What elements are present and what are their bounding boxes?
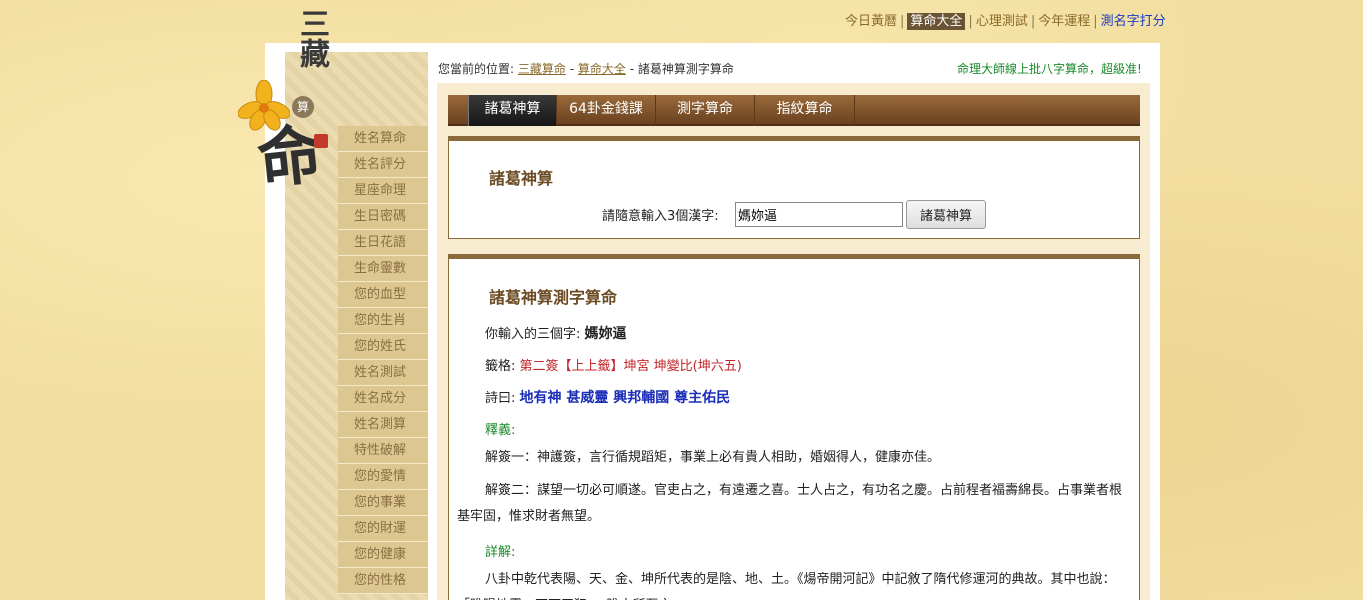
breadcrumb-link-category[interactable]: 算命大全 (578, 62, 626, 76)
separator: | (1030, 14, 1036, 29)
promo-link[interactable]: 命理大師線上批八字算命，超級准! (957, 60, 1142, 77)
result-panel: 諸葛神算測字算命 你輸入的三個字: 媽妳逼 籤格: 第二簽【上上籤】坤宮 坤變比… (448, 254, 1140, 600)
sidebar-item[interactable]: 您的性格 (338, 568, 428, 594)
sidebar-item[interactable]: 您的血型 (338, 282, 428, 308)
sidebar-item[interactable]: 生命靈數 (338, 256, 428, 282)
top-nav-ceming[interactable]: 測名字打分 (1101, 14, 1166, 29)
sidebar-item[interactable]: 您的財運 (338, 516, 428, 542)
separator: | (1093, 14, 1098, 29)
input-form: 諸葛神算 請隨意輸入3個漢字: 諸葛神算 (448, 136, 1140, 239)
separator: | (968, 14, 973, 29)
breadcrumb-link-home[interactable]: 三藏算命 (518, 62, 566, 76)
submit-button[interactable]: 諸葛神算 (906, 200, 986, 229)
top-nav-xinli[interactable]: 心理測試 (976, 14, 1028, 29)
tab-64gua[interactable]: 64卦金錢課 (557, 95, 656, 126)
poem-label: 詩曰: (485, 391, 516, 406)
logo-title: 三藏 (294, 8, 329, 68)
detail-label: 詳解: (485, 545, 516, 560)
seal-icon (314, 134, 328, 148)
sidebar-item[interactable]: 姓名測試 (338, 360, 428, 386)
logo-main-char: 命 (254, 116, 326, 199)
result-heading: 諸葛神算測字算命 (489, 288, 618, 307)
poem-value: 地有神 甚威靈 興邦輔國 尊主佑民 (519, 390, 731, 406)
sidebar-item[interactable]: 姓名評分 (338, 152, 428, 178)
sidebar-item[interactable]: 姓名成分 (338, 386, 428, 412)
detail-text: 八卦中乾代表陽、天、金、坤所代表的是陰、地、土。《煬帝開河記》中記敘了隋代修運河… (485, 572, 1077, 587)
site-logo[interactable]: 三藏 算 命 (232, 8, 342, 213)
breadcrumb-sep: - (569, 62, 575, 76)
result-input-value: 媽妳逼 (584, 326, 627, 342)
top-nav-huangli[interactable]: 今日黃曆 (845, 14, 897, 29)
sidebar-item[interactable]: 姓名測算 (338, 412, 428, 438)
breadcrumb-prefix: 您當前的位置: (438, 62, 515, 76)
result-input-label: 你輸入的三個字: (485, 327, 581, 342)
explain-paragraph-2: 解簽二：謀望一切必可順遂。官吏占之，有遠遷之喜。士人占之，有功名之慶。占前程者福… (457, 483, 1123, 524)
sign-value: 第二簽【上上籤】坤宮 坤變比(坤六五) (519, 359, 742, 374)
sign-line: 籤格: 第二簽【上上籤】坤宮 坤變比(坤六五) (485, 355, 742, 374)
sidebar-item[interactable]: 您的愛情 (338, 464, 428, 490)
tab-cezi[interactable]: 測字算命 (656, 95, 755, 126)
breadcrumb: 您當前的位置: 三藏算命 - 算命大全 - 諸葛神算測字算命 (438, 60, 734, 77)
explain-label: 釋義: (485, 423, 516, 438)
sidebar-item[interactable]: 您的姓氏 (338, 334, 428, 360)
breadcrumb-current: 諸葛神算測字算命 (637, 62, 734, 76)
tab-zhuge[interactable]: 諸葛神算 (468, 95, 557, 126)
tab-zhiwen[interactable]: 指紋算命 (755, 95, 855, 126)
poem-line: 詩曰: 地有神 甚威靈 興邦輔國 尊主佑民 (485, 387, 730, 407)
detail-paragraph: 八卦中乾代表陽、天、金、坤所代表的是陰、地、土。《煬帝開河記》中記敘了隋代修運河… (457, 567, 1133, 600)
form-heading: 諸葛神算 (489, 169, 554, 188)
sidebar-item[interactable]: 特性破解 (338, 438, 428, 464)
sidebar-item[interactable]: 您的健康 (338, 542, 428, 568)
breadcrumb-sep: - (629, 62, 635, 76)
separator: | (900, 14, 905, 29)
top-nav-yuncheng[interactable]: 今年運程 (1038, 14, 1090, 29)
sidebar-item[interactable]: 您的事業 (338, 490, 428, 516)
sidebar-item[interactable]: 您的生肖 (338, 308, 428, 334)
sidebar-item[interactable]: 生日密碼 (338, 204, 428, 230)
sidebar-item[interactable]: 姓名算命 (338, 126, 428, 152)
chars-input[interactable] (735, 202, 903, 227)
tab-bar: 諸葛神算 64卦金錢課 測字算命 指紋算命 (448, 95, 1140, 126)
explain-paragraph-1: 解簽一：神護簽，言行循規蹈矩，事業上必有貴人相助，婚姻得人，健康亦佳。 (485, 450, 941, 465)
top-nav-suanming[interactable]: 算命大全 (907, 13, 966, 30)
sidebar-menu: 姓名算命 姓名評分 星座命理 生日密碼 生日花語 生命靈數 您的血型 您的生肖 … (338, 126, 428, 594)
top-nav: 今日黃曆 | 算命大全 | 心理測試 | 今年運程 | 測名字打分 (845, 10, 1166, 30)
sidebar-item[interactable]: 生日花語 (338, 230, 428, 256)
sidebar-item[interactable]: 星座命理 (338, 178, 428, 204)
sign-label: 籤格: (485, 359, 516, 374)
result-input-line: 你輸入的三個字: 媽妳逼 (485, 323, 627, 343)
form-label: 請隨意輸入3個漢字: (602, 209, 719, 224)
